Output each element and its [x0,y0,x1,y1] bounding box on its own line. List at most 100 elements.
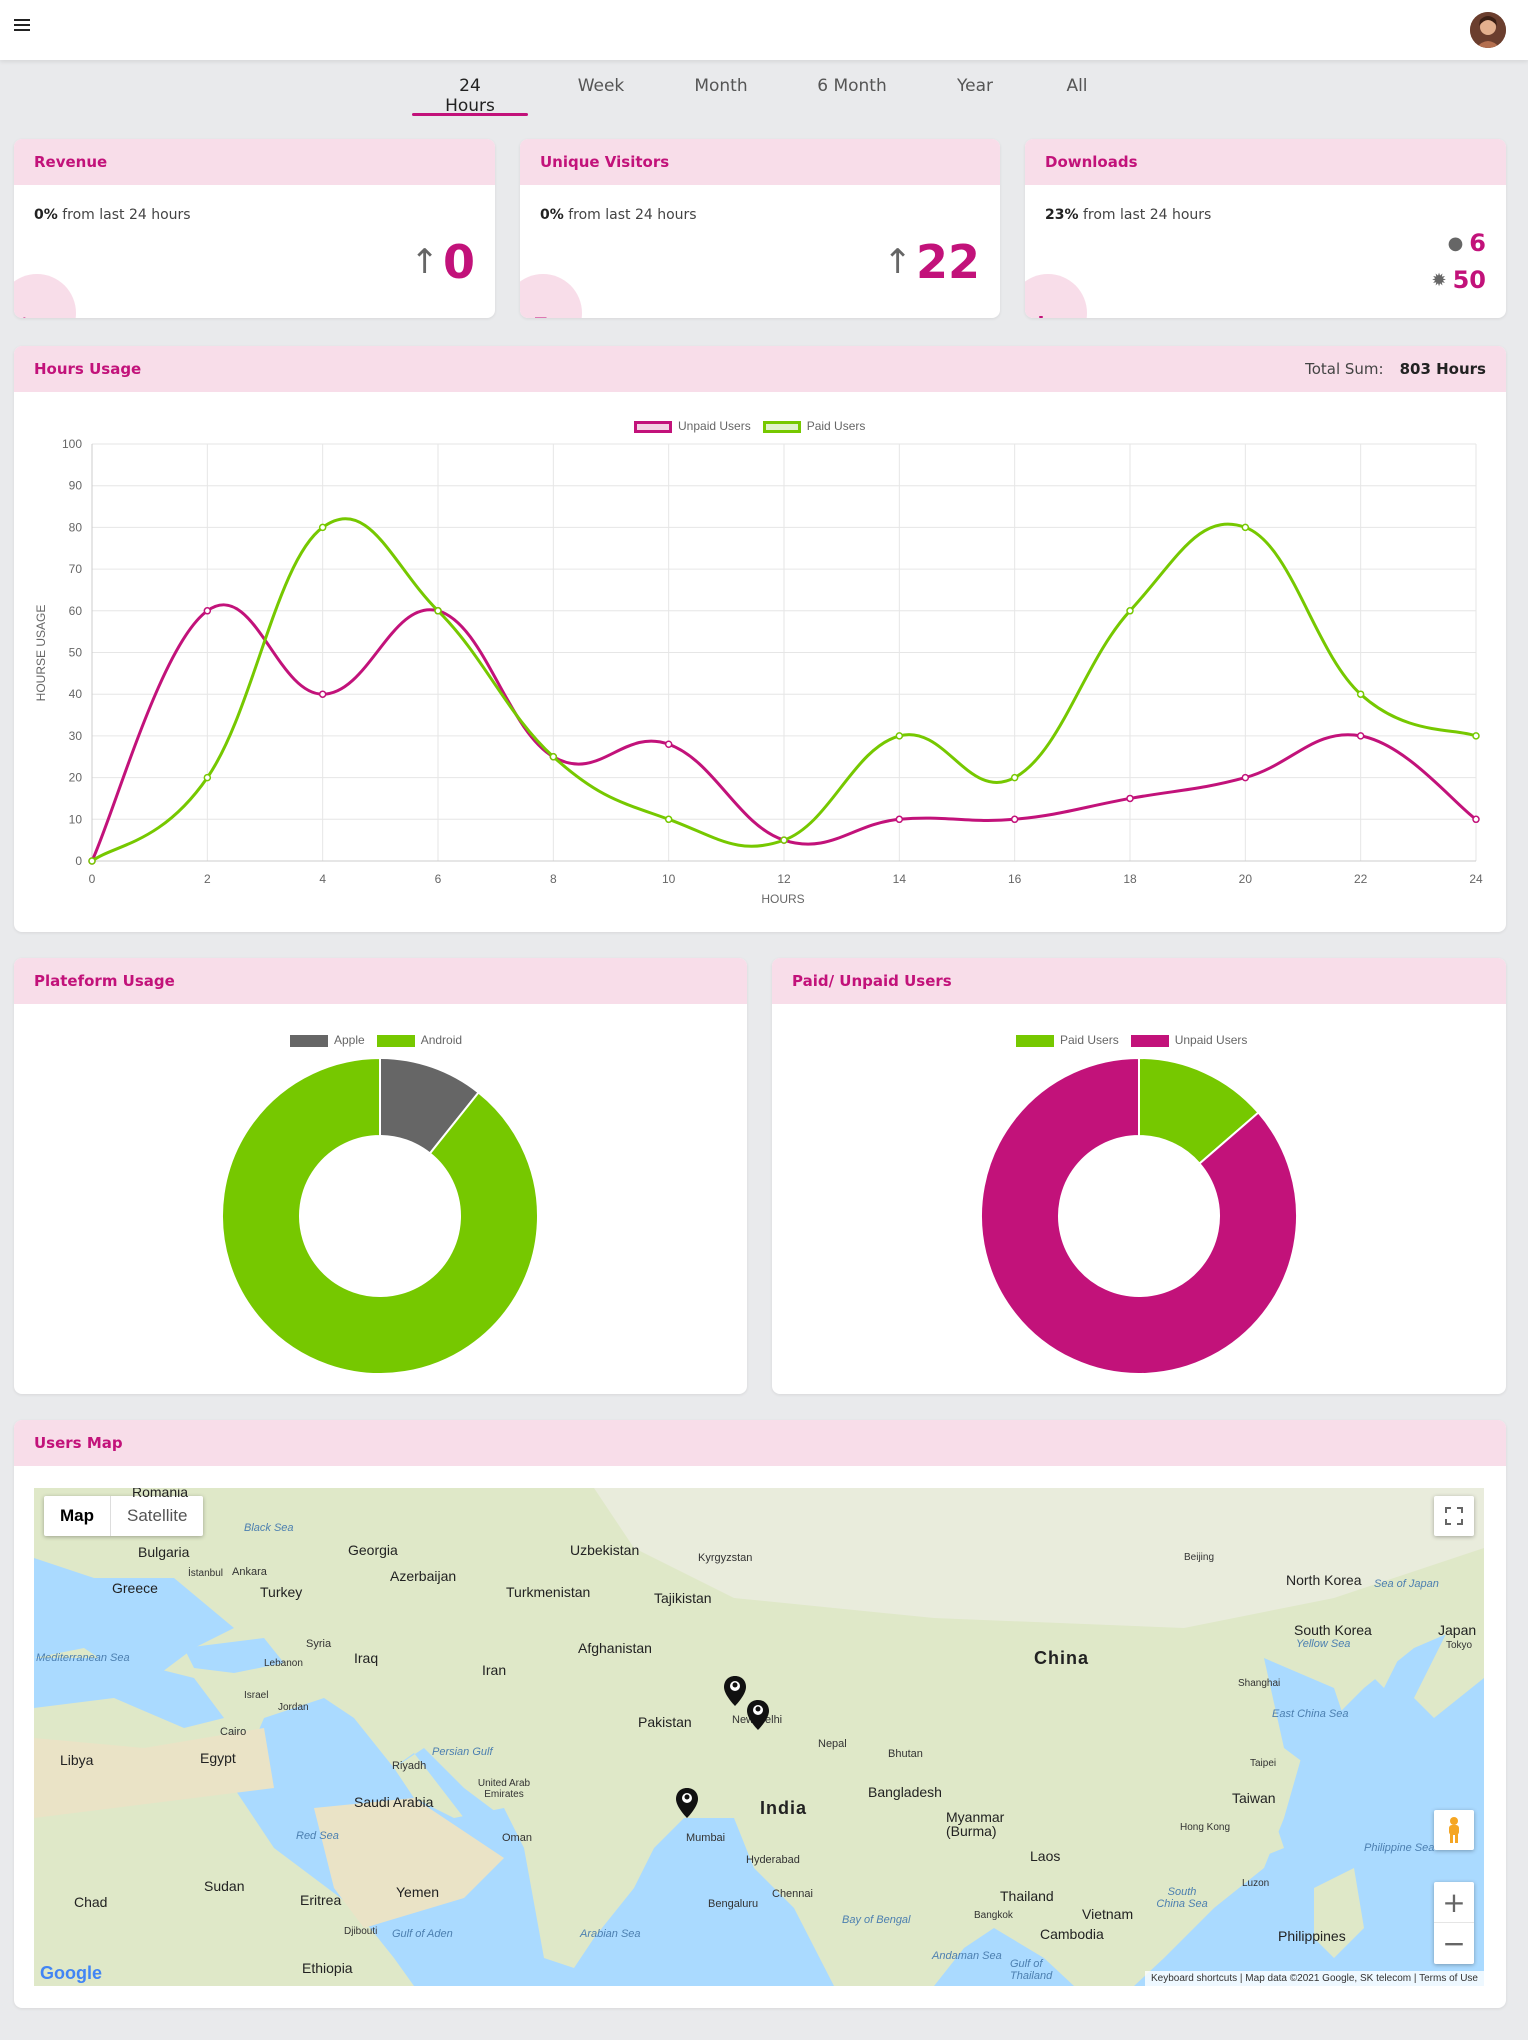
map-label-arabian-sea: Arabian Sea [580,1928,641,1940]
map-label-japan: Japan [1438,1622,1477,1638]
hamburger-icon[interactable] [14,19,30,33]
zoom-out-icon[interactable]: − [1434,1923,1474,1964]
map-label-libya: Libya [60,1752,94,1768]
user-avatar[interactable] [1470,12,1506,48]
dollar-icon: $ [16,314,33,318]
revenue-card: Revenue 0% from last 24 hours $ ↑0 [14,139,495,318]
tab-all[interactable]: All [1062,76,1092,116]
map-footer: Keyboard shortcuts | Map data ©2021 Goog… [1144,1971,1484,1986]
map-type-map-button[interactable]: Map [44,1496,110,1536]
map-type-satellite-button[interactable]: Satellite [110,1496,203,1536]
map-label-chennai: Chennai [772,1888,813,1900]
map-label-georgia: Georgia [348,1542,398,1558]
downloads-sub: from last 24 hours [1082,207,1212,223]
visitors-pct: 0% [540,207,564,223]
map-label-red-sea: Red Sea [296,1830,339,1842]
download-icon [1039,316,1043,318]
map-label-nepal: Nepal [818,1738,847,1750]
data-point [664,815,673,824]
map-data-attribution: Map data ©2021 Google, SK telecom [1245,1973,1412,1984]
map-label-cambodia: Cambodia [1040,1926,1104,1942]
visitors-card: Unique Visitors 0% from last 24 hours ↑ 2… [520,139,1000,318]
google-logo: Google [40,1963,102,1983]
visitors-change: 0% from last 24 hours [540,207,697,223]
arrow-up-icon: ↑ [410,242,439,282]
y-tick-label: 30 [69,729,83,743]
y-tick-label: 50 [69,646,83,660]
x-tick-label: 6 [435,872,442,886]
map-marker-pin-icon[interactable] [676,1788,698,1818]
trend-arrow-icon [535,317,547,318]
x-tick-label: 4 [319,872,326,886]
map-label-syria: Syria [306,1638,332,1650]
revenue-icon-circle: $ [14,274,76,318]
y-tick-label: 70 [69,562,83,576]
zoom-in-icon[interactable]: + [1434,1882,1474,1923]
map-label-pakistan: Pakistan [638,1714,692,1730]
data-point [434,607,442,615]
downloads-title: Downloads [1045,153,1138,171]
map-label-yemen: Yemen [396,1884,440,1900]
map-label-gulf-of-aden: Gulf of Aden [392,1928,453,1940]
map-marker-pin-icon[interactable] [724,1676,746,1706]
map-label-azerbaijan: Azerbaijan [390,1568,457,1584]
map-label-romania: Romania [132,1488,189,1500]
terms-of-use-link[interactable]: Terms of Use [1419,1973,1478,1984]
map-label-persian-gulf: Persian Gulf [432,1746,493,1758]
downloads-card: Downloads 23% from last 24 hours ● 6 ✹ 50 [1025,139,1506,318]
map-label-south-korea: South Korea [1294,1622,1372,1638]
users-map-header: Users Map [14,1420,1506,1466]
platform-donut-chart [221,1056,539,1375]
users-map[interactable]: Map Satellite + − Romania Bulgaria Greec… [34,1488,1484,1986]
street-view-pegman-icon[interactable] [1434,1810,1474,1850]
tab-week[interactable]: Week [572,76,630,116]
x-tick-label: 8 [550,872,557,886]
map-label-med-sea: Mediterranean Sea [36,1652,130,1664]
map-marker-pin-icon[interactable] [747,1700,769,1730]
data-point [1126,607,1134,615]
map-label-greece: Greece [112,1580,158,1596]
visitors-icon-circle [520,274,582,318]
map-label-ethiopia: Ethiopia [302,1960,353,1976]
map-label-bengaluru: Bengaluru [708,1898,759,1910]
tab-month[interactable]: Month [691,76,751,116]
map-label-turkmenistan: Turkmenistan [506,1584,591,1600]
keyboard-shortcuts-link[interactable]: Keyboard shortcuts [1151,1973,1237,1984]
map-label-chad: Chad [74,1894,108,1910]
map-label-uae: United Arab Emirates [477,1778,531,1800]
map-label-uzbekistan: Uzbekistan [570,1542,640,1558]
map-label-thailand: Thailand [1000,1888,1054,1904]
map-label-iran: Iran [482,1662,507,1678]
data-point [1010,815,1019,824]
data-point [1472,815,1480,824]
users-map-card: Users Map Map Satellite + − Romania Bulg… [14,1420,1506,2008]
map-label-tajikistan: Tajikistan [654,1590,712,1606]
downloads-change: 23% from last 24 hours [1045,207,1211,223]
map-label-bulgaria: Bulgaria [138,1544,190,1560]
tab-year[interactable]: Year [952,76,998,116]
data-point [1241,523,1250,532]
map-label-bay-of-bengal: Bay of Bengal [842,1914,911,1926]
map-land [34,1488,1484,1986]
top-bar [0,0,1528,60]
map-label-bangkok: Bangkok [974,1910,1013,1921]
map-label-sea-of-japan: Sea of Japan [1374,1578,1439,1590]
revenue-change: 0% from last 24 hours [34,207,191,223]
data-point [1241,773,1250,782]
y-axis-label: HOURSE USAGE [34,605,48,702]
map-label-laos: Laos [1030,1848,1061,1864]
map-label-saudi-arabia: Saudi Arabia [354,1794,434,1810]
map-label-gulf-of-thailand: Gulf of Thailand [1010,1958,1053,1982]
x-tick-label: 2 [204,872,211,886]
map-label-philippine-sea: Philippine Sea [1364,1842,1435,1854]
data-point [895,815,904,824]
tab-6-month[interactable]: 6 Month [813,76,891,116]
fullscreen-icon[interactable] [1434,1496,1474,1536]
revenue-value-wrap: ↑ 0 [410,235,475,289]
data-point [1472,732,1480,740]
visitors-sub: from last 24 hours [568,207,697,223]
x-tick-label: 12 [777,872,791,886]
data-point [1356,690,1365,698]
zoom-control: + − [1434,1882,1474,1964]
tab-24-hours[interactable]: 24 Hours [412,76,528,116]
